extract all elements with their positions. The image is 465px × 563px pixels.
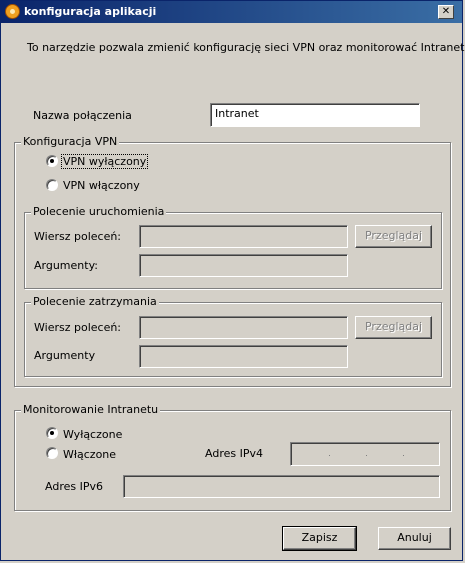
app-gear-icon [5,4,20,19]
stop-command-line-input[interactable] [139,316,348,339]
connection-name-input[interactable]: Intranet [210,103,420,127]
stop-arguments-label: Argumenty [34,349,96,362]
start-arguments-input[interactable] [139,254,348,277]
close-button[interactable]: ✕ [438,5,454,19]
start-browse-button[interactable]: Przeglądaj [355,225,432,248]
ipv4-label: Adres IPv4 [205,447,263,460]
vpn-config-group-title: Konfiguracja VPN [21,135,120,148]
cancel-button[interactable]: Anuluj [378,527,451,550]
vpn-off-label[interactable]: VPN wyłączony [60,154,149,169]
monitoring-off-label[interactable]: Wyłączone [63,428,122,441]
title-bar[interactable]: konfiguracja aplikacji ✕ [1,1,462,23]
start-command-group: Polecenie uruchomienia [24,205,442,289]
start-command-group-title: Polecenie uruchomienia [31,205,167,218]
intro-text: To narzędzie pozwala zmienić konfiguracj… [27,41,465,54]
ipv4-address-input[interactable] [290,442,440,466]
monitoring-off-radio[interactable] [46,427,58,439]
monitoring-on-label[interactable]: Włączone [63,448,116,461]
ipv6-address-input[interactable] [123,475,440,498]
stop-command-line-label: Wiersz poleceń: [34,321,122,334]
intranet-monitoring-group-title: Monitorowanie Intranetu [21,403,161,416]
ipv6-label: Adres IPv6 [45,480,103,493]
stop-arguments-input[interactable] [139,345,348,368]
ipv4-dot [366,455,367,456]
vpn-off-radio[interactable] [46,155,58,167]
vpn-on-radio[interactable] [46,179,58,191]
dialog-window: konfiguracja aplikacji ✕ To narzędzie po… [0,0,465,561]
stop-browse-button[interactable]: Przeglądaj [355,316,432,339]
connection-name-value: Intranet [215,107,259,120]
stop-command-group-title: Polecenie zatrzymania [31,295,159,308]
ipv4-dot [329,455,330,456]
window-title: konfiguracja aplikacji [24,5,157,18]
vpn-on-label[interactable]: VPN włączony [63,179,140,192]
start-command-line-input[interactable] [139,225,348,248]
ipv4-dot [403,455,404,456]
connection-name-label: Nazwa połączenia [33,109,132,122]
save-button[interactable]: Zapisz [282,526,357,551]
monitoring-on-radio[interactable] [46,447,58,459]
start-arguments-label: Argumenty: [34,259,98,272]
start-command-line-label: Wiersz poleceń: [34,230,122,243]
